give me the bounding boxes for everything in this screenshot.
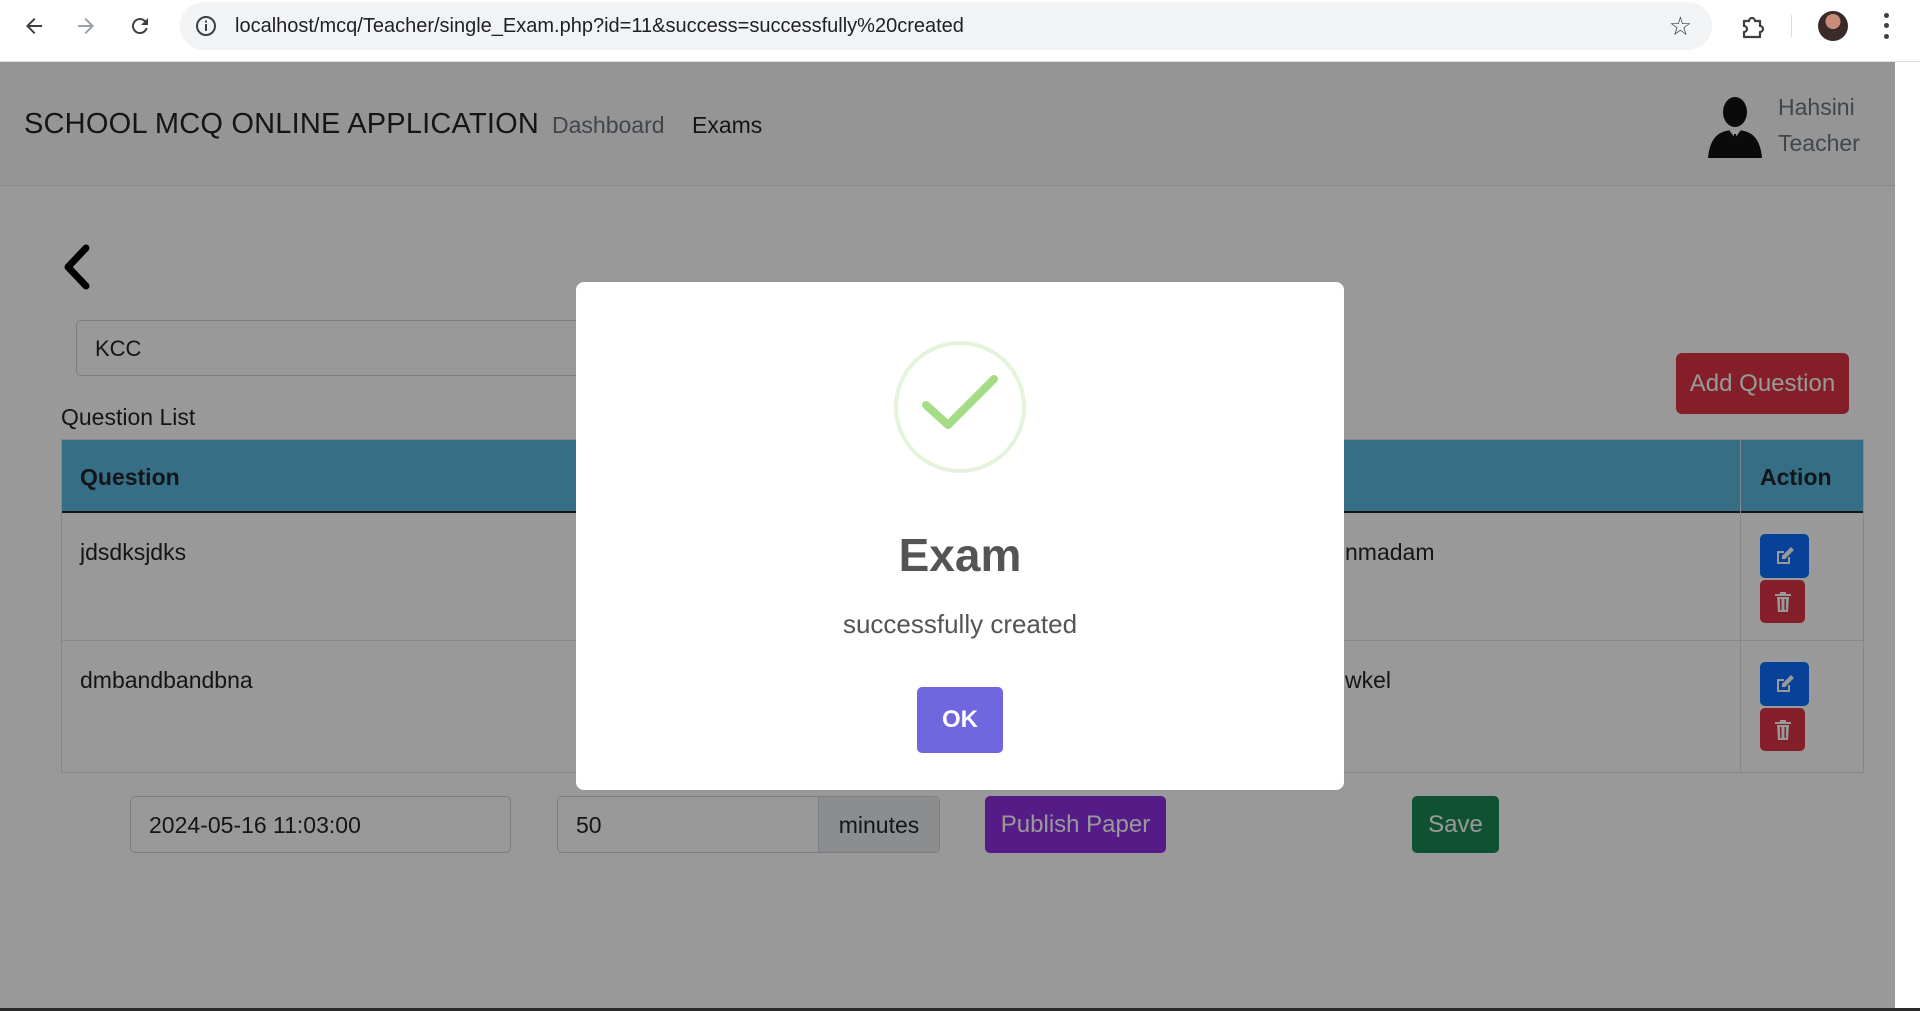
bookmark-star-icon[interactable]: ☆ (1669, 12, 1692, 40)
toolbar-separator (1791, 15, 1792, 37)
browser-forward-icon[interactable] (66, 8, 106, 44)
checkmark-icon (894, 341, 1026, 473)
address-bar-url[interactable]: localhost/mcq/Teacher/single_Exam.php?id… (235, 15, 964, 38)
browser-back-icon[interactable] (14, 8, 54, 44)
ok-button[interactable]: OK (917, 687, 1003, 753)
more-vertical-icon[interactable] (1876, 10, 1896, 42)
window-scroll-gutter (1895, 62, 1920, 1011)
dialog-message: successfully created (842, 609, 1078, 639)
extensions-puzzle-icon[interactable] (1738, 12, 1768, 42)
browser-toolbar: localhost/mcq/Teacher/single_Exam.php?id… (0, 0, 1920, 62)
address-bar[interactable]: localhost/mcq/Teacher/single_Exam.php?id… (180, 2, 1712, 50)
dialog-title: Exam (898, 529, 1022, 581)
browser-reload-icon[interactable] (120, 8, 160, 44)
success-dialog: Exam successfully created OK (576, 282, 1344, 790)
profile-avatar[interactable] (1818, 11, 1848, 41)
info-icon[interactable] (194, 14, 218, 38)
